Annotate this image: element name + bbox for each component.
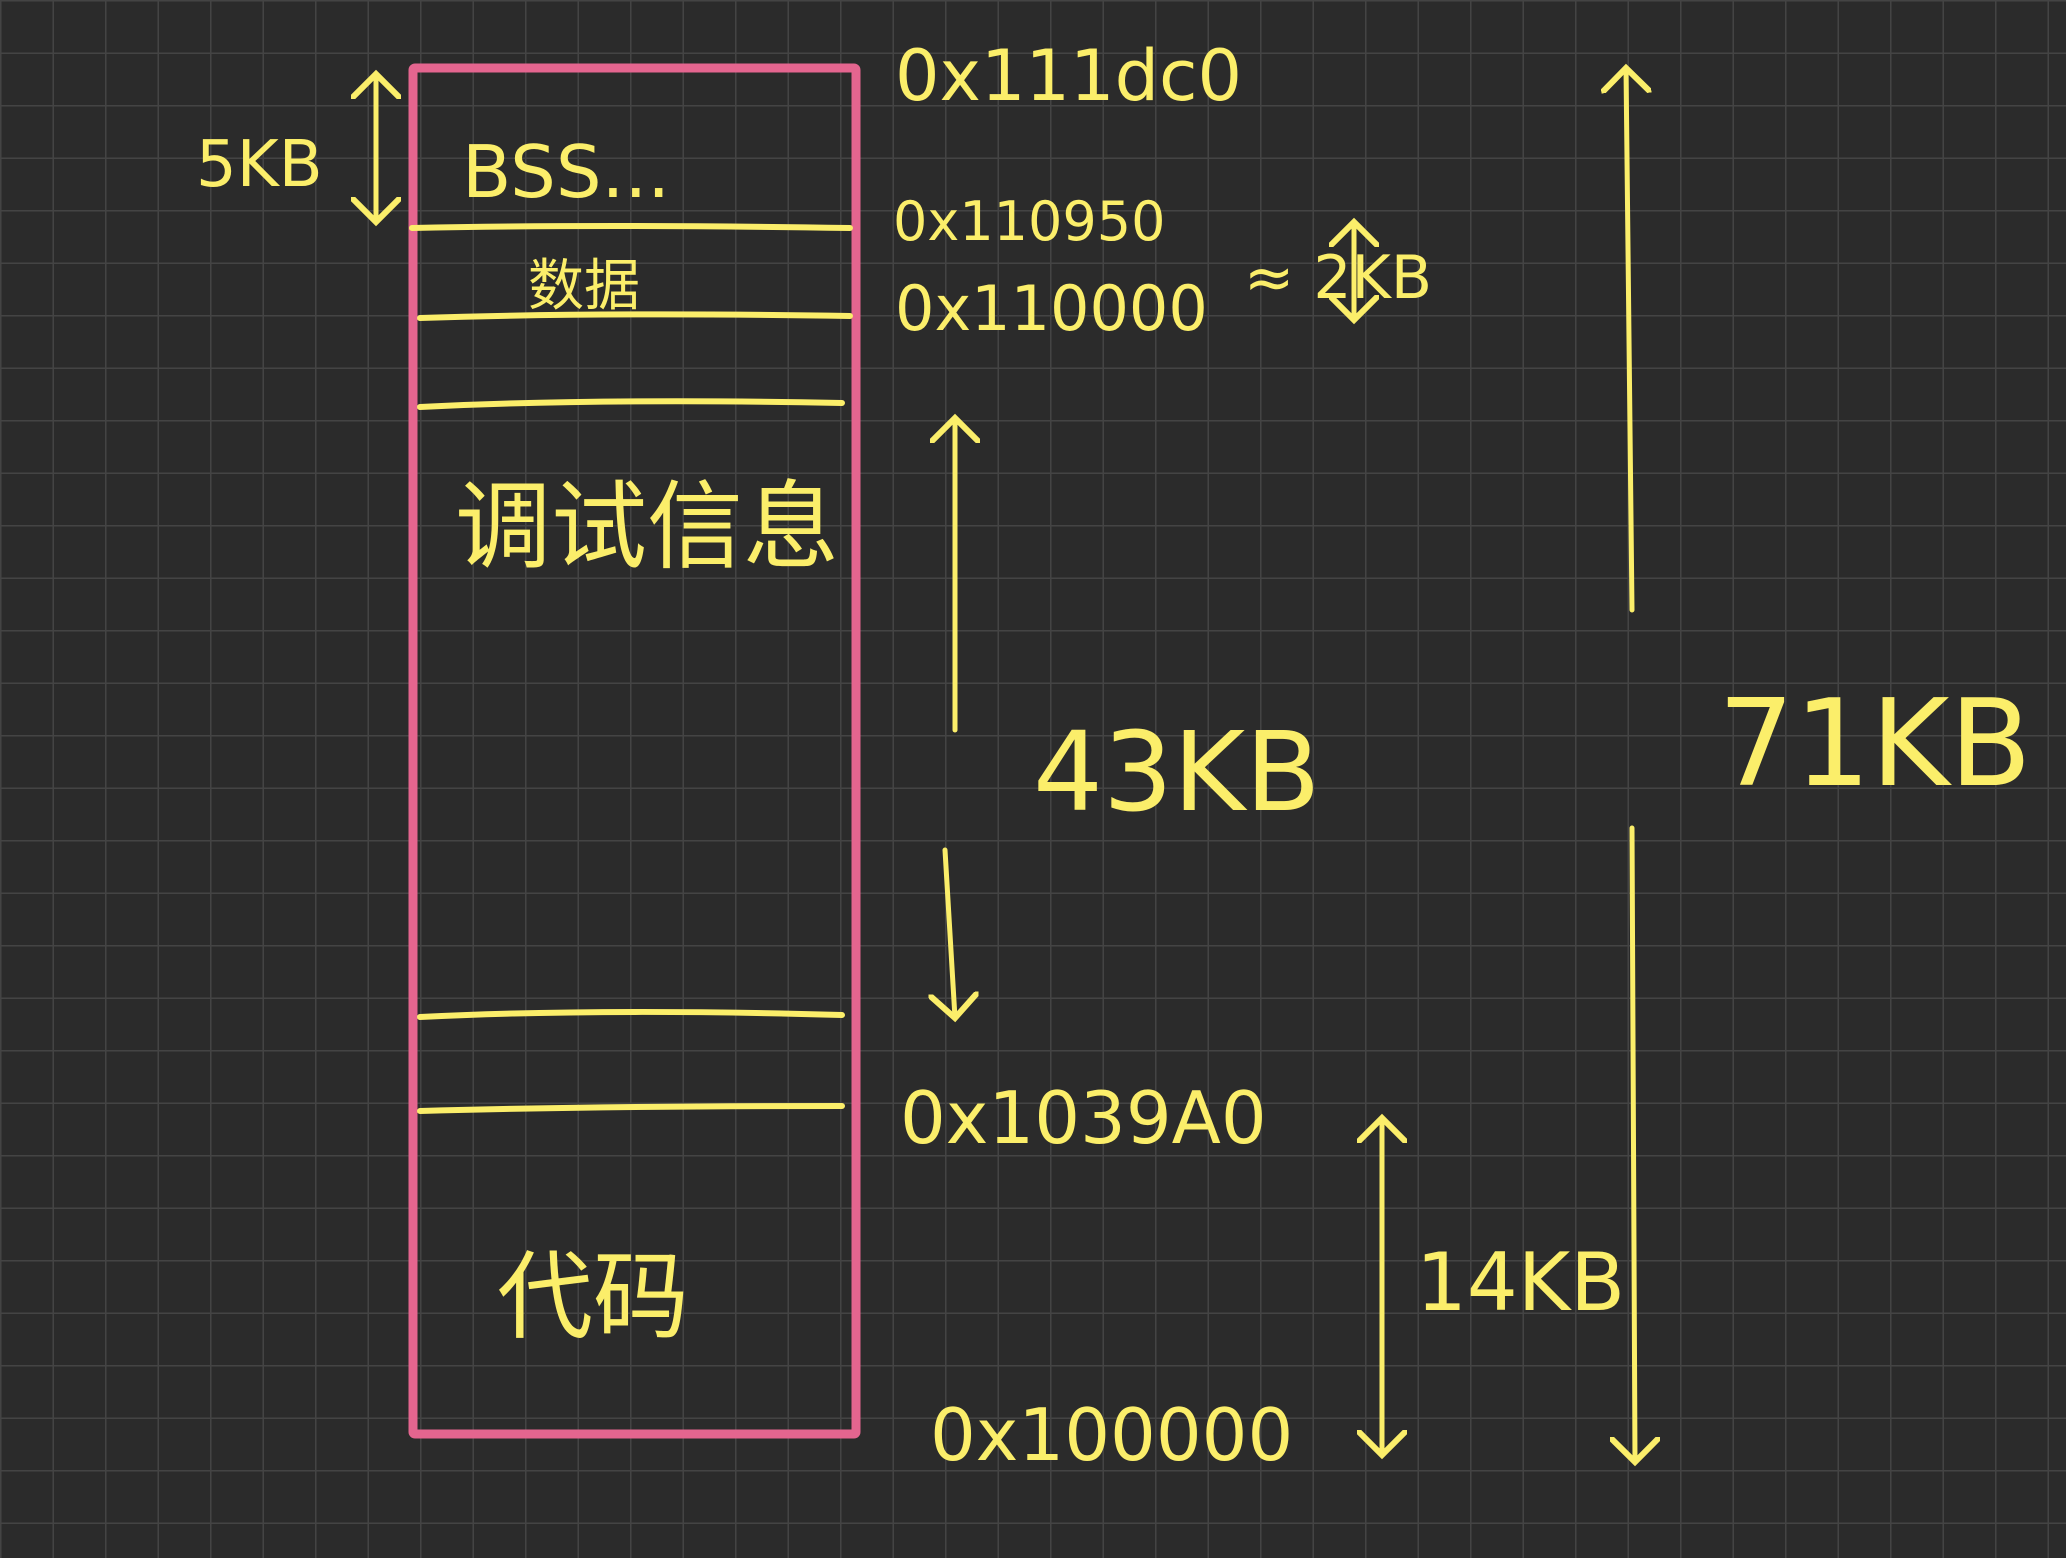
address-top: 0x111dc0 xyxy=(895,35,1242,117)
segment-label-data: 数据 xyxy=(528,254,640,319)
address-data-start: 0x110000 xyxy=(895,272,1208,345)
total-size-arrow-up xyxy=(1626,68,1632,613)
address-bss-start: 0x110950 xyxy=(893,190,1165,253)
address-code-end: 0x1039A0 xyxy=(900,1076,1267,1160)
segment-label-bss: BSS... xyxy=(462,130,670,214)
segment-label-code: 代码 xyxy=(497,1241,689,1353)
debug-size-arrow-down xyxy=(945,847,955,1018)
address-base: 0x100000 xyxy=(930,1393,1293,1477)
total-size-arrow-down xyxy=(1632,825,1635,1462)
memory-layout-diagram: BSS... 数据 调试信息 代码 0x111dc0 0x110950 0x11… xyxy=(196,35,2032,1477)
bss-size-label: 5KB xyxy=(196,128,323,202)
divider-debug-top xyxy=(417,398,845,410)
divider-debug-bottom xyxy=(417,1008,845,1020)
debug-size-label: 43KB xyxy=(1033,708,1321,836)
segment-label-debug: 调试信息 xyxy=(455,471,839,583)
code-size-label: 14KB xyxy=(1416,1236,1625,1329)
divider-bss-data xyxy=(409,223,853,231)
divider-code-top xyxy=(417,1103,845,1114)
data-size-label: ≈ 2KB xyxy=(1244,243,1432,313)
diagram-canvas: BSS... 数据 调试信息 代码 0x111dc0 0x110950 0x11… xyxy=(0,0,2066,1558)
total-size-label: 71KB xyxy=(1718,675,2032,814)
